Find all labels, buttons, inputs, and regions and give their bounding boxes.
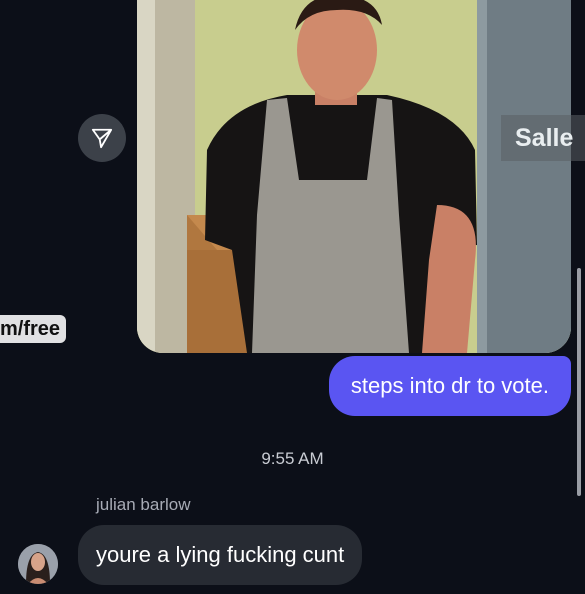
video-frame (137, 0, 571, 353)
outgoing-message-bubble[interactable]: steps into dr to vote. (328, 356, 571, 416)
avatar-photo (18, 544, 58, 584)
share-button[interactable] (78, 114, 126, 162)
sender-name: julian barlow (96, 495, 191, 514)
avatar[interactable] (18, 544, 58, 584)
video-watermark-right: Salle (501, 115, 585, 161)
shared-video-message[interactable] (137, 0, 571, 353)
scrollbar[interactable] (577, 268, 581, 496)
incoming-message-bubble[interactable]: youre a lying fucking cunt (78, 525, 363, 585)
message-timestamp: 9:55 AM (261, 449, 324, 468)
video-watermark-left: m/free (0, 315, 67, 343)
send-icon (91, 128, 113, 149)
